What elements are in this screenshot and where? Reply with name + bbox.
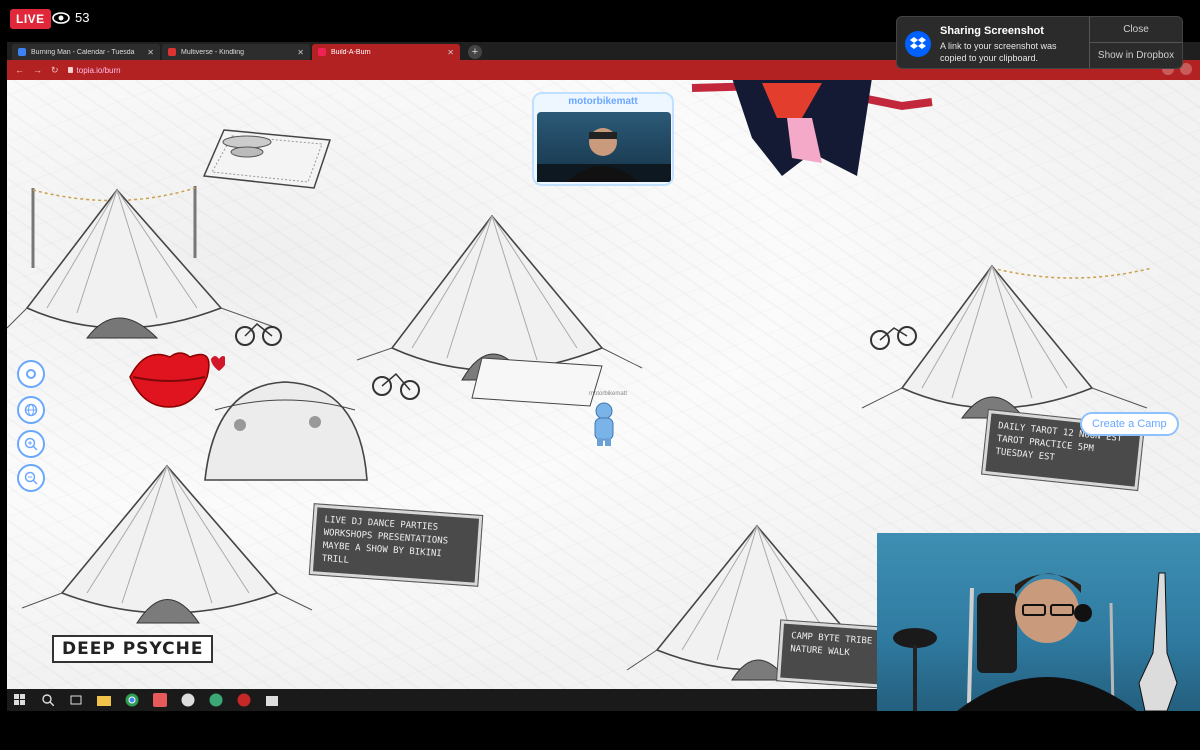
- avatar-label: motorbikematt: [589, 391, 628, 397]
- notification-content: Sharing Screenshot A link to your screen…: [897, 17, 1089, 68]
- app-icon[interactable]: [209, 693, 223, 707]
- viewer-counter: 53: [52, 10, 89, 25]
- search-icon[interactable]: [41, 693, 55, 707]
- new-tab-button[interactable]: +: [468, 45, 482, 59]
- close-button[interactable]: Close: [1090, 17, 1182, 42]
- tab-multiverse-kindling[interactable]: Multiverse - Kindling ✕: [162, 44, 310, 60]
- bell-tent: [356, 214, 643, 407]
- participant-name: motorbikematt: [568, 96, 638, 107]
- user-avatar[interactable]: [592, 402, 616, 448]
- app-icon[interactable]: [181, 693, 195, 707]
- tab-close-icon[interactable]: ✕: [447, 48, 454, 57]
- participant-video-feed: [537, 112, 671, 182]
- settings-icon: [26, 369, 36, 379]
- bell-tent: [21, 464, 313, 624]
- windows-start-icon[interactable]: [13, 693, 27, 707]
- reload-icon[interactable]: ↻: [51, 65, 59, 76]
- chrome-icon[interactable]: [125, 693, 139, 707]
- camp-name-label: DEEP PSYCHE: [52, 635, 214, 663]
- tab-burning-man-calendar[interactable]: Burning Man - Calendar - Tuesda ✕: [12, 44, 160, 60]
- task-view-icon[interactable]: [69, 693, 83, 707]
- store-icon[interactable]: [265, 693, 279, 707]
- zoom-in-button[interactable]: [17, 430, 45, 458]
- screen: LIVE 53 Burning Man - Calendar - Tuesda …: [0, 0, 1200, 750]
- zoom-out-icon: [24, 471, 38, 485]
- map-globe-button[interactable]: [17, 396, 45, 424]
- url-text: topia.io/burn: [76, 65, 121, 75]
- topia-favicon-icon: [318, 48, 326, 56]
- live-badge: LIVE: [10, 9, 51, 29]
- chrome-active-icon[interactable]: [237, 693, 251, 707]
- kindling-favicon-icon: [168, 48, 176, 56]
- back-icon[interactable]: ←: [15, 65, 24, 75]
- notification-body: A link to your screenshot was copied to …: [940, 41, 1057, 63]
- zoom-in-icon: [24, 437, 38, 451]
- notification-title: Sharing Screenshot: [940, 25, 1044, 37]
- eye-icon: [52, 11, 70, 24]
- presenter-webcam: [877, 533, 1200, 711]
- map-settings-button[interactable]: [17, 360, 45, 388]
- presenter-person-icon: [893, 572, 1178, 711]
- file-explorer-icon[interactable]: [97, 693, 111, 707]
- address-bar[interactable]: topia.io/burn: [67, 65, 121, 75]
- tab-build-a-burn[interactable]: Build-A-Burn ✕: [312, 44, 460, 60]
- tab-close-icon[interactable]: ✕: [147, 48, 154, 57]
- forward-icon[interactable]: →: [33, 65, 42, 75]
- participant-person-icon: [537, 128, 671, 182]
- lock-icon: [67, 67, 73, 73]
- show-in-dropbox-button[interactable]: Show in Dropbox: [1090, 42, 1182, 68]
- tab-label: Multiverse - Kindling: [181, 48, 245, 56]
- costumed-figure: [691, 80, 933, 176]
- zoom-out-button[interactable]: [17, 464, 45, 492]
- viewer-count: 53: [75, 10, 90, 25]
- tab-label: Build-A-Burn: [331, 48, 371, 56]
- kiss-lips-icon: [129, 352, 225, 408]
- calendar-app-icon[interactable]: [153, 693, 167, 707]
- participant-video-card[interactable]: motorbikematt: [532, 92, 674, 186]
- dropbox-notification: Sharing Screenshot A link to your screen…: [896, 16, 1183, 69]
- dropbox-icon: [905, 31, 931, 57]
- bell-tent: [7, 186, 282, 346]
- create-camp-button[interactable]: Create a Camp: [1080, 412, 1179, 436]
- notification-actions: Close Show in Dropbox: [1089, 17, 1182, 68]
- calendar-favicon-icon: [18, 48, 26, 56]
- sign-dj-parties: LIVE DJ DANCE PARTIES WORKSHOPS PRESENTA…: [308, 503, 484, 587]
- sign-camp-byte: CAMP BYTE TRIBE NATURE WALK: [775, 619, 888, 689]
- globe-icon: [24, 403, 38, 417]
- bell-tent: [861, 264, 1152, 419]
- tab-label: Burning Man - Calendar - Tuesda: [31, 48, 135, 56]
- tab-close-icon[interactable]: ✕: [297, 48, 304, 57]
